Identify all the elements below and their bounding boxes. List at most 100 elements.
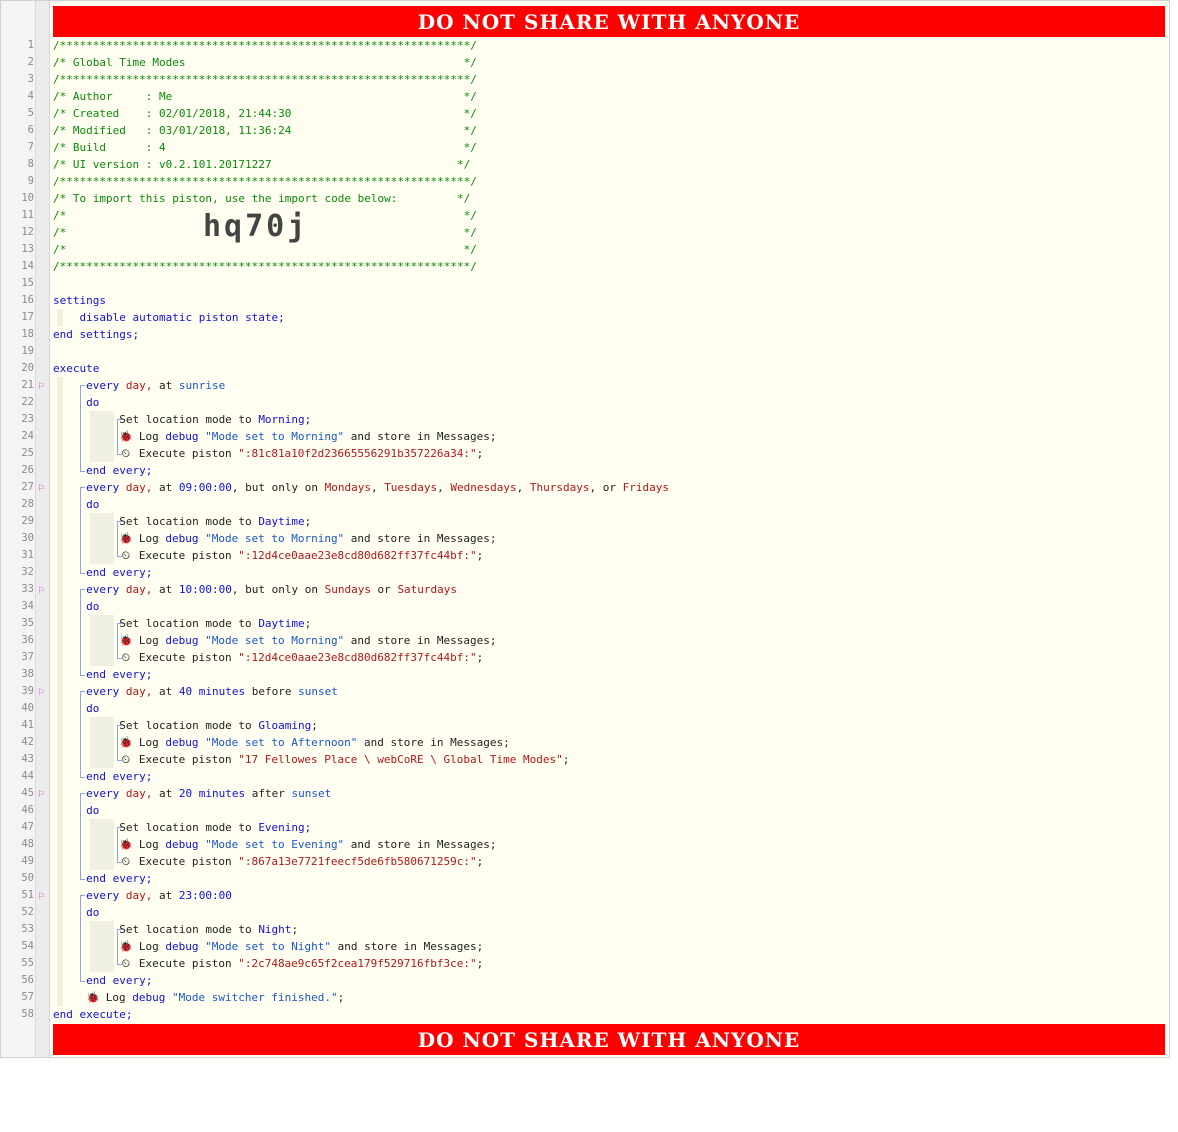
code-line: 42 🐞 Log debug "Mode set to Afternoon" a… (0, 734, 1168, 751)
line-number: 20 (21, 362, 34, 374)
flag-icon[interactable]: ⚐ (38, 683, 45, 700)
do-indent-shade (90, 819, 114, 870)
code-line: 11/* */ (0, 207, 1168, 224)
flag-icon[interactable]: ⚐ (38, 377, 45, 394)
bug-icon: 🐞 (86, 991, 100, 1004)
every-bracket (80, 895, 85, 982)
warning-banner-bottom: DO NOT SHARE WITH ANYONE (53, 1024, 1165, 1055)
code-line: 30 🐞 Log debug "Mode set to Morning" and… (0, 530, 1168, 547)
code-line: 47 Set location mode to Evening; (0, 819, 1168, 836)
code-line: 34 do (0, 598, 1168, 615)
line-number: 57 (21, 991, 34, 1003)
flag-icon[interactable]: ⚐ (38, 479, 45, 496)
line-number: 1 (27, 39, 34, 51)
flag-icon[interactable]: ⚐ (38, 581, 45, 598)
code-line: 46 do (0, 802, 1168, 819)
header-import-hint: /* To import this piston, use the import… (53, 192, 471, 205)
line-number: 12 (21, 226, 34, 238)
header-comment: /***************************************… (53, 260, 477, 273)
line-number: 25 (21, 447, 34, 459)
header-modified: /* Modified : 03/01/2018, 11:36:24 */ (53, 124, 477, 137)
code-line: 25 ⏲ Execute piston ":81c81a10f2d2366555… (0, 445, 1168, 462)
line-number: 58 (21, 1008, 34, 1020)
code-line: 41 Set location mode to Gloaming; (0, 717, 1168, 734)
code-line: 45 ⚐ every day, at 20 minutes after sunse… (0, 785, 1168, 802)
line-number: 23 (21, 413, 34, 425)
line-number: 38 (21, 668, 34, 680)
do-indent-shade (90, 921, 114, 972)
line-number: 7 (27, 141, 34, 153)
line-number: 36 (21, 634, 34, 646)
line-number: 18 (21, 328, 34, 340)
every-bracket (80, 793, 85, 880)
line-number: 46 (21, 804, 34, 816)
settings-disable: disable automatic piston state; (79, 311, 285, 324)
line-number: 49 (21, 855, 34, 867)
end-every: end every; (86, 566, 153, 579)
code-line: 27 ⚐ every day, at 09:00:00, but only on … (0, 479, 1168, 496)
line-number: 43 (21, 753, 34, 765)
code-line: 20 execute (0, 360, 1168, 377)
line-number: 3 (27, 73, 34, 85)
header-comment: /* */ (53, 243, 477, 256)
do-indent-shade (90, 411, 114, 462)
end-every: end every; (86, 668, 153, 681)
end-every: end every; (86, 974, 153, 987)
line-number: 56 (21, 974, 34, 986)
code-line: 24 🐞 Log debug "Mode set to Morning" and… (0, 428, 1168, 445)
line-number: 13 (21, 243, 34, 255)
code-line: 54 🐞 Log debug "Mode set to Night" and s… (0, 938, 1168, 955)
line-number: 2 (27, 56, 34, 68)
line-number: 6 (27, 124, 34, 136)
do-bracket (117, 521, 122, 557)
flag-icon[interactable]: ⚐ (38, 785, 45, 802)
execute-indent-shade (57, 377, 63, 1006)
line-number: 17 (21, 311, 34, 323)
code-line: 55 ⏲ Execute piston ":2c748ae9c65f2cea17… (0, 955, 1168, 972)
code-line: 15 (0, 275, 1168, 292)
code-line: 26 end every; (0, 462, 1168, 479)
line-number: 39 (21, 685, 34, 697)
code-line: 10 /* To import this piston, use the impo… (0, 190, 1168, 207)
header-import-code: /* */hq70j (53, 209, 477, 244)
settings-keyword: settings (53, 294, 106, 307)
line-number: 27 (21, 481, 34, 493)
code-line: 39 ⚐ every day, at 40 minutes before suns… (0, 683, 1168, 700)
code-line: 51 ⚐ every day, at 23:00:00 (0, 887, 1168, 904)
line-number: 40 (21, 702, 34, 714)
code-line: 35 Set location mode to Daytime; (0, 615, 1168, 632)
code-line: 44 end every; (0, 768, 1168, 785)
end-every: end every; (86, 770, 153, 783)
line-number: 15 (21, 277, 34, 289)
final-log-statement: 🐞 Log debug "Mode switcher finished."; (86, 991, 345, 1004)
execute-keyword: execute (53, 362, 100, 375)
flag-icon[interactable]: ⚐ (38, 887, 45, 904)
line-number: 50 (21, 872, 34, 884)
line-number: 53 (21, 923, 34, 935)
code-line: 14 /*************************************… (0, 258, 1168, 275)
code-line: 32 end every; (0, 564, 1168, 581)
code-line: 33 ⚐ every day, at 10:00:00, but only on … (0, 581, 1168, 598)
code-line: 6 /* Modified : 03/01/2018, 11:36:24 */ (0, 122, 1168, 139)
header-title: /* Global Time Modes */ (53, 56, 477, 69)
code-line: 2 /* Global Time Modes */ (0, 54, 1168, 71)
code-line: 7 /* Build : 4 */ (0, 139, 1168, 156)
line-number: 52 (21, 906, 34, 918)
line-number: 32 (21, 566, 34, 578)
end-settings: end settings; (53, 328, 140, 341)
every-block-3: every day, at 10:00:00, but only on Sund… (86, 583, 458, 596)
line-number: 51 (21, 889, 34, 901)
line-number: 48 (21, 838, 34, 850)
code-line: 5 /* Created : 02/01/2018, 21:44:30 */ (0, 105, 1168, 122)
code-line: 36 🐞 Log debug "Mode set to Morning" and… (0, 632, 1168, 649)
end-execute: end execute; (53, 1008, 133, 1021)
header-comment: /***************************************… (53, 39, 477, 52)
code-line: 16 settings (0, 292, 1168, 309)
do-indent-shade (90, 513, 114, 564)
line-number: 33 (21, 583, 34, 595)
line-number: 31 (21, 549, 34, 561)
code-line: 21 ⚐ every day, at sunrise (0, 377, 1168, 394)
every-block-2: every day, at 09:00:00, but only on Mond… (86, 481, 669, 494)
code-line: 37 ⏲ Execute piston ":12d4ce0aae23e8cd80… (0, 649, 1168, 666)
do-bracket (117, 419, 122, 455)
